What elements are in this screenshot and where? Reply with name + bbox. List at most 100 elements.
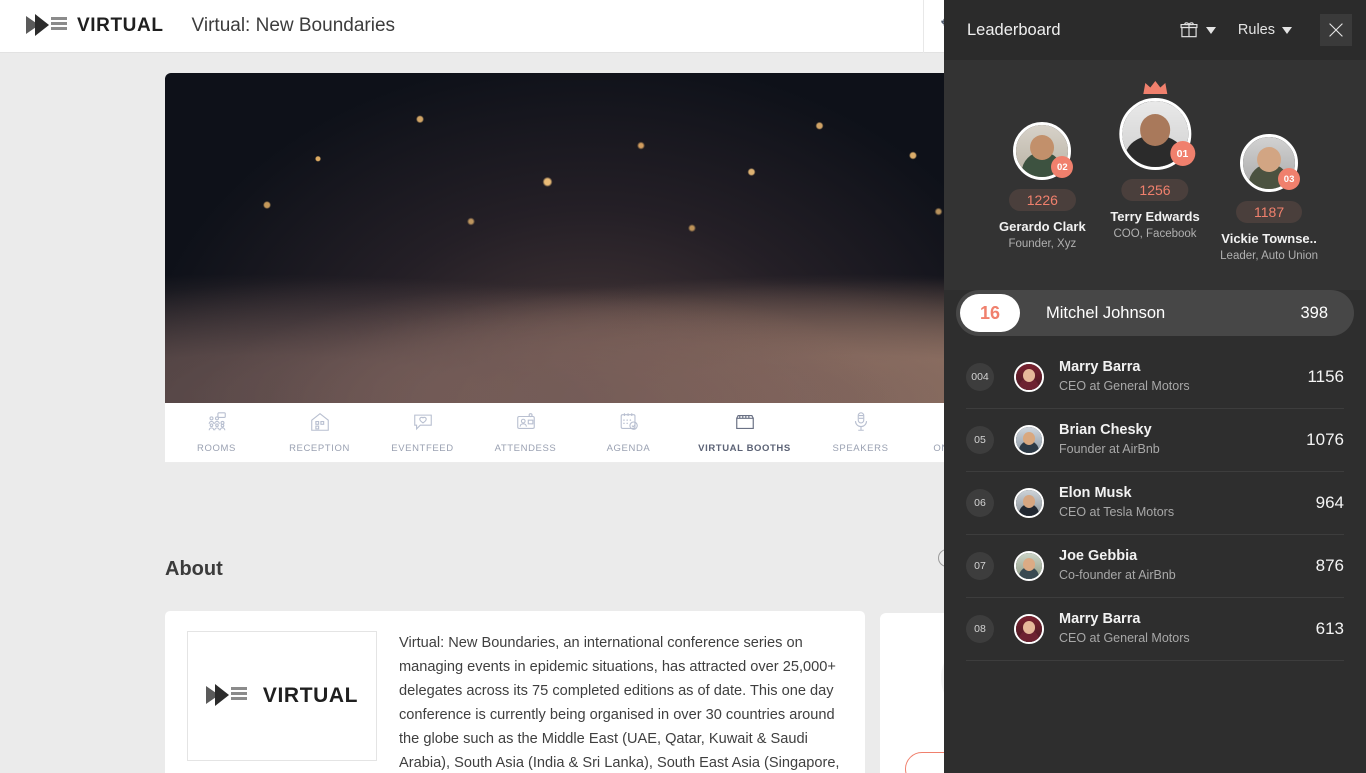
nav-label: AGENDA bbox=[606, 443, 651, 454]
podium-place-1[interactable]: 01 1256 Terry Edwards COO, Facebook bbox=[1110, 80, 1200, 240]
avatar bbox=[1014, 488, 1044, 518]
row-score: 613 bbox=[1315, 619, 1344, 638]
podium-role: Founder, Xyz bbox=[1008, 238, 1077, 250]
avatar bbox=[1014, 362, 1044, 392]
virtual-v-logo-icon bbox=[205, 683, 250, 709]
banner-crowd-overlay bbox=[165, 251, 944, 403]
podium-rank-badge: 02 bbox=[1051, 156, 1074, 178]
logo-wordmark: VIRTUAL bbox=[77, 15, 164, 36]
about-left-column: VIRTUAL 25th - 27th Sep. 2020 f i ⚓ ✆ ▬ … bbox=[187, 631, 377, 773]
row-role: Founder at AirBnb bbox=[1059, 442, 1160, 457]
rules-dropdown[interactable]: Rules bbox=[1238, 22, 1292, 38]
leaderboard-title: Leaderboard bbox=[967, 20, 1061, 39]
nav-label: ONE-ONE M bbox=[933, 443, 944, 454]
row-rank: 08 bbox=[966, 615, 994, 643]
table-row[interactable]: 08 Marry Barra CEO at General Motors 613 bbox=[966, 598, 1344, 661]
nav-item-agenda[interactable]: AGENDA bbox=[577, 403, 680, 463]
row-role: CEO at General Motors bbox=[1059, 379, 1190, 394]
speakers-icon bbox=[849, 411, 873, 438]
row-name: Joe Gebbia bbox=[1059, 548, 1138, 565]
close-panel-button[interactable] bbox=[1320, 14, 1352, 46]
podium-role: Leader, Auto Union bbox=[1220, 250, 1318, 262]
brand-area[interactable]: VIRTUAL Virtual: New Boundaries bbox=[0, 0, 395, 52]
nav-item-rooms[interactable]: ROOMS bbox=[165, 403, 268, 463]
podium-score: 1256 bbox=[1121, 179, 1189, 201]
rooms-icon bbox=[205, 411, 229, 438]
nav-item-reception[interactable]: RECEPTION bbox=[268, 403, 371, 463]
leaderboard-header-actions: Rules bbox=[1179, 14, 1352, 46]
row-score: 876 bbox=[1315, 556, 1344, 575]
app-logo[interactable]: VIRTUAL bbox=[26, 13, 164, 39]
main-content: ROOMS RECEPTION EVENTFEED ATTENDESS AGEN… bbox=[0, 53, 944, 773]
nav-label: EVENTFEED bbox=[391, 443, 454, 454]
close-icon bbox=[1329, 23, 1343, 37]
podium-score: 1187 bbox=[1236, 201, 1303, 223]
nav-label: RECEPTION bbox=[289, 443, 350, 454]
table-row[interactable]: 004 Marry Barra CEO at General Motors 11… bbox=[966, 346, 1344, 409]
event-logo-wordmark: VIRTUAL bbox=[262, 684, 359, 707]
row-role: Co-founder at AirBnb bbox=[1059, 568, 1176, 583]
podium-name: Terry Edwards bbox=[1110, 209, 1200, 224]
nav-item-speakers[interactable]: SPEAKERS bbox=[809, 403, 912, 463]
page-title: Virtual: New Boundaries bbox=[191, 15, 396, 36]
row-name: Marry Barra bbox=[1059, 359, 1141, 376]
avatar bbox=[1014, 614, 1044, 644]
about-card: VIRTUAL 25th - 27th Sep. 2020 f i ⚓ ✆ ▬ … bbox=[165, 611, 865, 773]
nav-item-attendess[interactable]: ATTENDESS bbox=[474, 403, 577, 463]
section-nav-bar: ROOMS RECEPTION EVENTFEED ATTENDESS AGEN… bbox=[165, 403, 944, 463]
virtual-v-logo-icon bbox=[26, 13, 70, 39]
eventfeed-icon bbox=[411, 411, 435, 438]
attendess-icon bbox=[514, 411, 538, 438]
nav-label: VIRTUAL BOOTHS bbox=[698, 443, 791, 454]
table-row[interactable]: 05 Brian Chesky Founder at AirBnb 1076 bbox=[966, 409, 1344, 472]
table-row[interactable]: 07 Joe Gebbia Co-founder at AirBnb 876 bbox=[966, 535, 1344, 598]
nav-item-eventfeed[interactable]: EVENTFEED bbox=[371, 403, 474, 463]
nav-item-virtual-booths[interactable]: VIRTUAL BOOTHS bbox=[680, 403, 809, 463]
podium-place-2[interactable]: 02 1226 Gerardo Clark Founder, Xyz bbox=[999, 122, 1086, 250]
event-logo-box: VIRTUAL bbox=[187, 631, 377, 761]
podium-name: Gerardo Clark bbox=[999, 219, 1086, 234]
row-name: Brian Chesky bbox=[1059, 422, 1152, 439]
chevron-down-icon bbox=[1282, 26, 1292, 34]
nav-label: ATTENDESS bbox=[494, 443, 557, 454]
row-name: Elon Musk bbox=[1059, 485, 1132, 502]
row-score: 1156 bbox=[1307, 367, 1344, 386]
rules-label: Rules bbox=[1237, 22, 1275, 38]
gift-icon bbox=[1180, 22, 1198, 38]
podium-rank-badge: 01 bbox=[1169, 141, 1195, 166]
podium-name: Vickie Townse.. bbox=[1221, 231, 1317, 246]
about-heading: About bbox=[165, 558, 223, 580]
current-user-row[interactable]: 16 Mitchel Johnson 398 bbox=[956, 290, 1354, 336]
about-description: Virtual: New Boundaries, an internationa… bbox=[399, 635, 840, 771]
podium-role: COO, Facebook bbox=[1113, 228, 1197, 240]
podium-score: 1226 bbox=[1008, 189, 1076, 211]
leaderboard-list[interactable]: 004 Marry Barra CEO at General Motors 11… bbox=[944, 336, 1366, 773]
leaderboard-podium: 02 1226 Gerardo Clark Founder, Xyz 01 12… bbox=[944, 60, 1366, 290]
meeting-side-card bbox=[880, 613, 944, 773]
row-score: 1076 bbox=[1306, 430, 1344, 449]
nav-label: SPEAKERS bbox=[832, 443, 889, 454]
avatar bbox=[1014, 551, 1044, 581]
chevron-down-icon bbox=[1205, 26, 1216, 34]
crown-icon bbox=[1142, 80, 1168, 100]
row-rank: 07 bbox=[966, 552, 994, 580]
agenda-icon bbox=[617, 411, 641, 438]
avatar bbox=[1014, 425, 1044, 455]
leaderboard-header: Leaderboard Rules bbox=[944, 0, 1366, 60]
row-score: 964 bbox=[1315, 493, 1344, 512]
reception-icon bbox=[308, 411, 332, 438]
row-role: CEO at General Motors bbox=[1059, 631, 1190, 646]
meeting-action-button[interactable] bbox=[905, 752, 944, 773]
row-rank: 004 bbox=[966, 363, 994, 391]
nav-label: ROOMS bbox=[197, 443, 236, 454]
nav-item-one-one-meeting[interactable]: ONE-ONE M bbox=[912, 403, 944, 463]
gift-dropdown[interactable] bbox=[1179, 20, 1216, 40]
event-banner-image bbox=[165, 73, 944, 403]
current-user-name: Mitchel Johnson bbox=[1046, 303, 1166, 322]
podium-place-3[interactable]: 03 1187 Vickie Townse.. Leader, Auto Uni… bbox=[1220, 134, 1318, 262]
row-rank: 06 bbox=[966, 489, 994, 517]
current-user-rank: 16 bbox=[960, 294, 1020, 332]
leaderboard-panel: Leaderboard Rules 02 1226 Gerardo Clark … bbox=[944, 0, 1366, 773]
podium-rank-badge: 03 bbox=[1278, 168, 1301, 190]
table-row[interactable]: 06 Elon Musk CEO at Tesla Motors 964 bbox=[966, 472, 1344, 535]
